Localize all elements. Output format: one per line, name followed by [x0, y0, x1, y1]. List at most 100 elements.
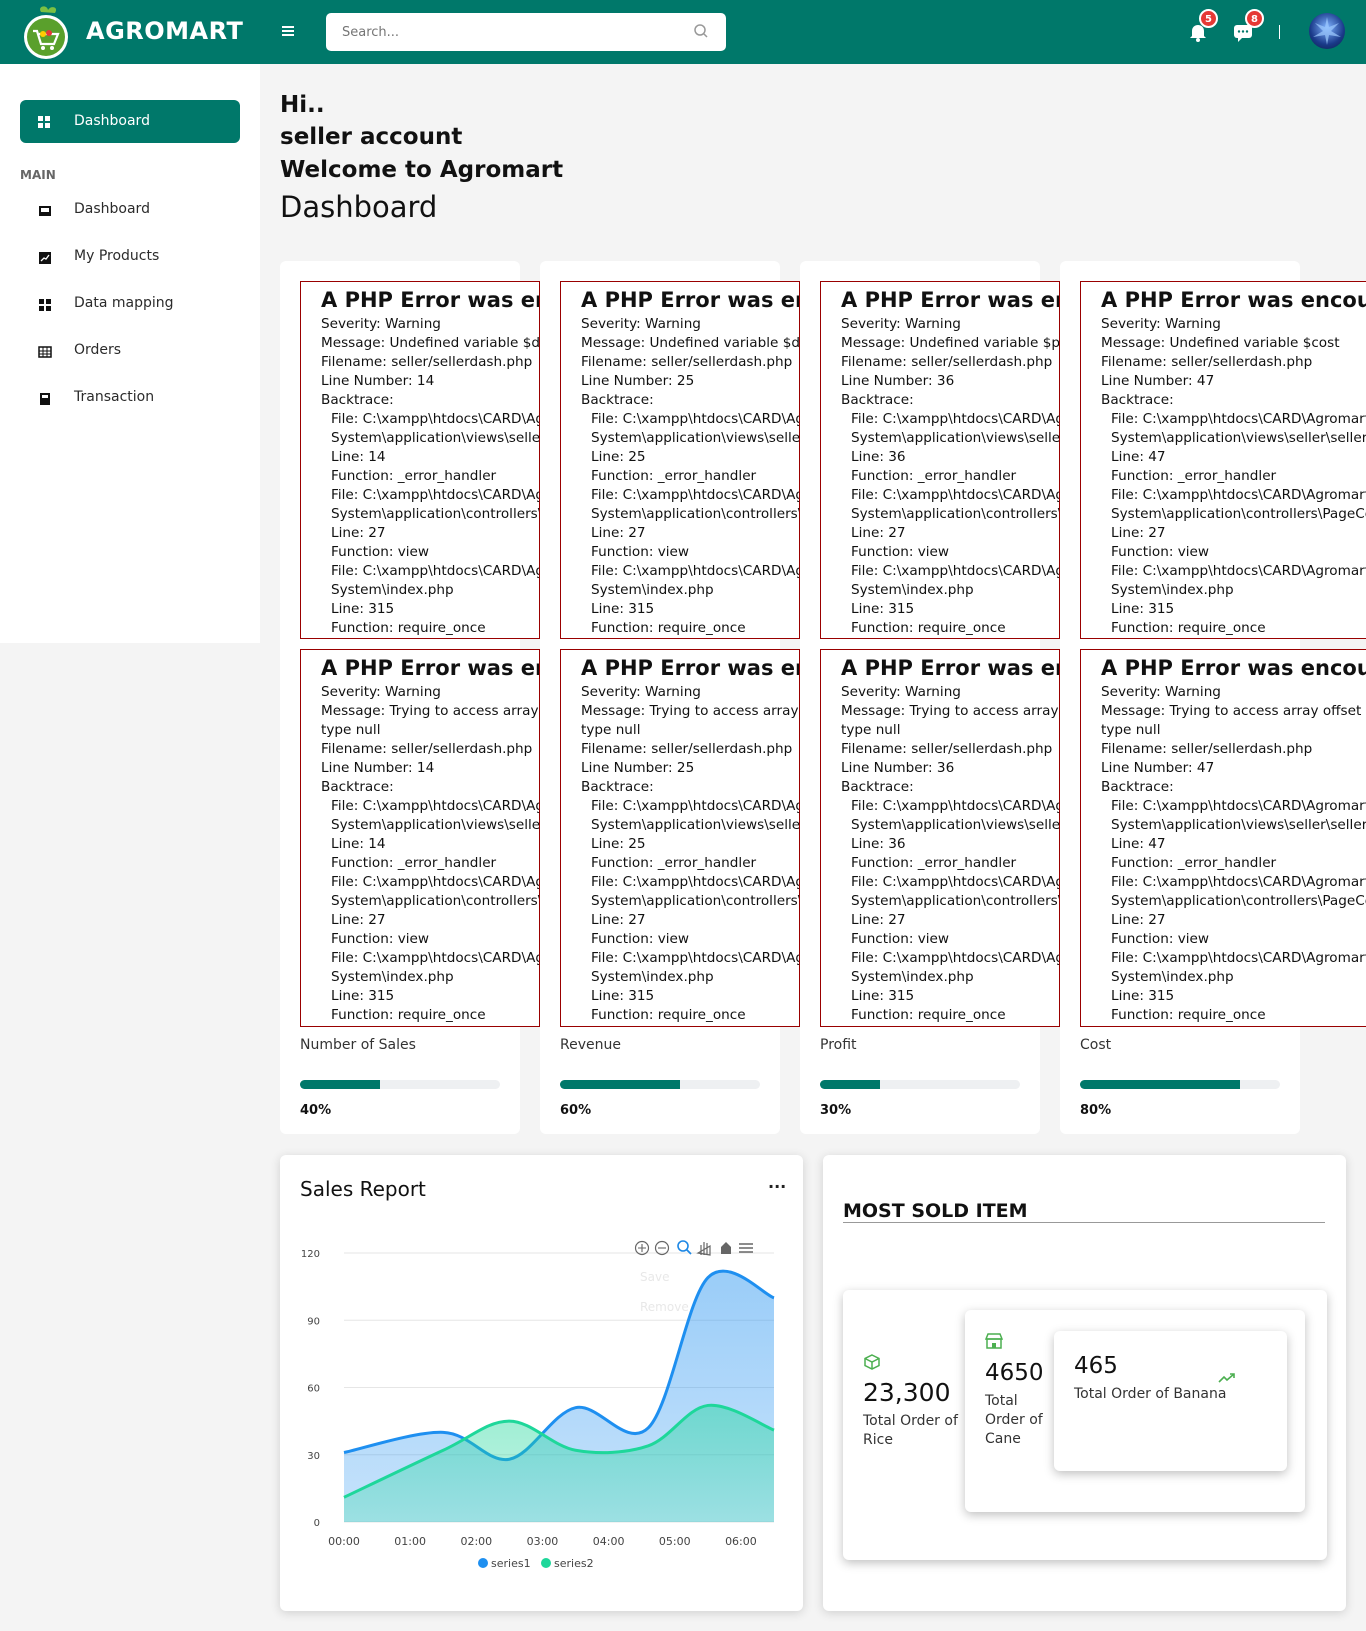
legend-marker-series2 — [541, 1558, 551, 1568]
error-heading: A PHP Error was encountered — [1101, 656, 1366, 680]
error-backtrace-line: System\index.php — [591, 969, 714, 985]
error-backtrace-line: File: C:\xampp\htdocs\CARD\Agromart — [1111, 950, 1366, 966]
error-message: Message: Trying to access array offset o… — [1101, 703, 1366, 719]
error-severity: Severity: Warning — [581, 316, 701, 332]
greeting-hi: Hi.. — [280, 92, 325, 118]
search-icon[interactable] — [692, 22, 710, 40]
sidebar-item-transaction[interactable]: Transaction — [20, 380, 240, 416]
error-backtrace-line: Line: 27 — [591, 525, 646, 541]
error-backtrace-line: System\application\controllers\PageContr… — [331, 506, 539, 522]
error-backtrace-line: System\application\controllers\PageContr… — [851, 506, 1059, 522]
brand-name: AGROMART — [86, 17, 244, 45]
error-backtrace: Backtrace: — [581, 392, 654, 408]
search-input[interactable] — [326, 13, 726, 51]
progress-bar — [560, 1080, 760, 1089]
sidebar-item-dashboard-active[interactable]: Dashboard — [20, 100, 240, 143]
php-error-box: A PHP Error was encountered Severity: War… — [300, 281, 540, 639]
error-backtrace-line: System\application\views\seller\sellerda… — [331, 430, 540, 446]
y-tick-label: 120 — [301, 1249, 320, 1260]
error-backtrace-line: System\application\controllers\PageContr… — [591, 506, 799, 522]
progress-bar — [1080, 1080, 1280, 1089]
most-sold-title: MOST SOLD ITEM — [843, 1200, 1028, 1222]
error-backtrace-line: System\application\views\seller\sellerda… — [851, 430, 1060, 446]
error-backtrace-line: File: C:\xampp\htdocs\CARD\Agromart — [591, 950, 799, 966]
agromart-logo[interactable] — [21, 4, 71, 60]
error-line-number: Line Number: 36 — [841, 373, 955, 389]
error-severity: Severity: Warning — [841, 316, 961, 332]
legend-label-series2: series2 — [554, 1557, 594, 1570]
error-backtrace-line: Line: 27 — [851, 525, 906, 541]
error-message: Message: Undefined variable $data — [321, 335, 540, 351]
error-backtrace: Backtrace: — [841, 392, 914, 408]
x-tick-label: 02:00 — [460, 1535, 492, 1548]
error-heading: A PHP Error was encountered — [841, 288, 1059, 312]
error-filename: Filename: seller/sellerdash.php — [321, 354, 533, 370]
stat-card: A PHP Error was encountered Severity: War… — [280, 261, 540, 1134]
progress-bar — [300, 1080, 500, 1089]
error-backtrace-line: System\application\views\seller\sellerda… — [1111, 817, 1366, 833]
sidebar-item-dashboard[interactable]: Dashboard — [20, 192, 240, 228]
error-backtrace: Backtrace: — [1101, 392, 1174, 408]
sidebar-item-data-mapping[interactable]: Data mapping — [20, 286, 240, 322]
error-filename: Filename: seller/sellerdash.php — [1101, 741, 1313, 757]
error-severity: Severity: Warning — [321, 684, 441, 700]
progress-bar-fill — [300, 1080, 380, 1089]
error-backtrace-line: Function: view — [331, 544, 430, 560]
sales-report-card: Sales Report ... 0 30 60 90 120 00:00 01:00 02:… — [280, 1155, 803, 1611]
php-error-box: A PHP Error was encountered Severity: War… — [560, 649, 800, 1027]
error-backtrace-line: Function: require_once — [331, 620, 486, 636]
error-backtrace: Backtrace: — [321, 779, 394, 795]
progress-bar-fill — [1080, 1080, 1240, 1089]
sidebar-item-my-products[interactable]: My Products — [20, 239, 240, 275]
error-backtrace-line: System\application\views\seller\sellerda… — [591, 817, 800, 833]
stat-label: Cost — [1080, 1037, 1112, 1053]
chart-menu-item: Remove — [640, 1300, 689, 1314]
menu-toggle-icon[interactable] — [280, 22, 298, 40]
sidebar-item-label: Transaction — [74, 389, 155, 405]
error-backtrace-line: Line: 315 — [1111, 988, 1175, 1004]
error-backtrace-line: File: C:\xampp\htdocs\CARD\Agromart — [331, 411, 539, 427]
error-message: Message: Undefined variable $cost — [1101, 335, 1340, 351]
error-backtrace-line: File: C:\xampp\htdocs\CARD\Agromart — [1111, 874, 1366, 890]
sidebar-item-label: My Products — [74, 248, 160, 264]
error-message: Message: Trying to access array offset o… — [581, 703, 799, 719]
top-navbar: AGROMART 5 8 — [0, 0, 1366, 64]
php-error-box: A PHP Error was encountered Severity: War… — [1080, 281, 1366, 639]
error-backtrace-line: Line: 25 — [591, 449, 646, 465]
error-backtrace-line: File: C:\xampp\htdocs\CARD\Agromart — [851, 487, 1059, 503]
legend-label-series1: series1 — [491, 1557, 531, 1570]
error-message: Message: Trying to access array offset o… — [841, 703, 1059, 719]
user-avatar[interactable] — [1309, 13, 1345, 49]
y-tick-label: 0 — [314, 1518, 320, 1529]
error-backtrace-line: File: C:\xampp\htdocs\CARD\Agromart — [591, 563, 799, 579]
rice-order-label: Total Order of Rice — [863, 1413, 958, 1448]
sidebar-item-label: Data mapping — [74, 295, 174, 311]
error-backtrace-line: System\index.php — [851, 969, 974, 985]
error-backtrace-line: Function: view — [331, 931, 430, 947]
sidebar-item-orders[interactable]: Orders — [20, 333, 240, 369]
error-heading: A PHP Error was encountered — [321, 288, 539, 312]
error-backtrace-line: System\application\controllers\PageContr… — [851, 893, 1059, 909]
error-message2: type null — [581, 722, 641, 738]
error-backtrace-line: Function: require_once — [591, 1007, 746, 1023]
notification-badge: 5 — [1199, 9, 1218, 28]
zoom-select-icon — [677, 1240, 689, 1252]
error-backtrace-line: Function: _error_handler — [851, 855, 1017, 871]
progress-percent: 30% — [820, 1103, 852, 1118]
error-backtrace-line: Line: 315 — [1111, 601, 1175, 617]
stat-card: A PHP Error was encountered Severity: War… — [800, 261, 1060, 1134]
error-backtrace: Backtrace: — [321, 392, 394, 408]
y-tick-label: 90 — [307, 1316, 320, 1327]
error-filename: Filename: seller/sellerdash.php — [1101, 354, 1313, 370]
sales-area-chart: 0 30 60 90 120 00:00 01:00 02:00 03:00 04:00 05:00… — [301, 1240, 775, 1570]
error-message2: type null — [1101, 722, 1161, 738]
x-tick-label: 03:00 — [527, 1535, 559, 1548]
error-backtrace-line: System\index.php — [331, 582, 454, 598]
php-error-box: A PHP Error was encountered Severity: War… — [1080, 649, 1366, 1027]
error-backtrace-line: File: C:\xampp\htdocs\CARD\Agromart — [591, 874, 799, 890]
error-message2: type null — [321, 722, 381, 738]
error-backtrace-line: System\index.php — [1111, 582, 1234, 598]
error-backtrace-line: Function: view — [1111, 931, 1210, 947]
error-line-number: Line Number: 25 — [581, 373, 695, 389]
calculator-icon — [38, 391, 52, 410]
